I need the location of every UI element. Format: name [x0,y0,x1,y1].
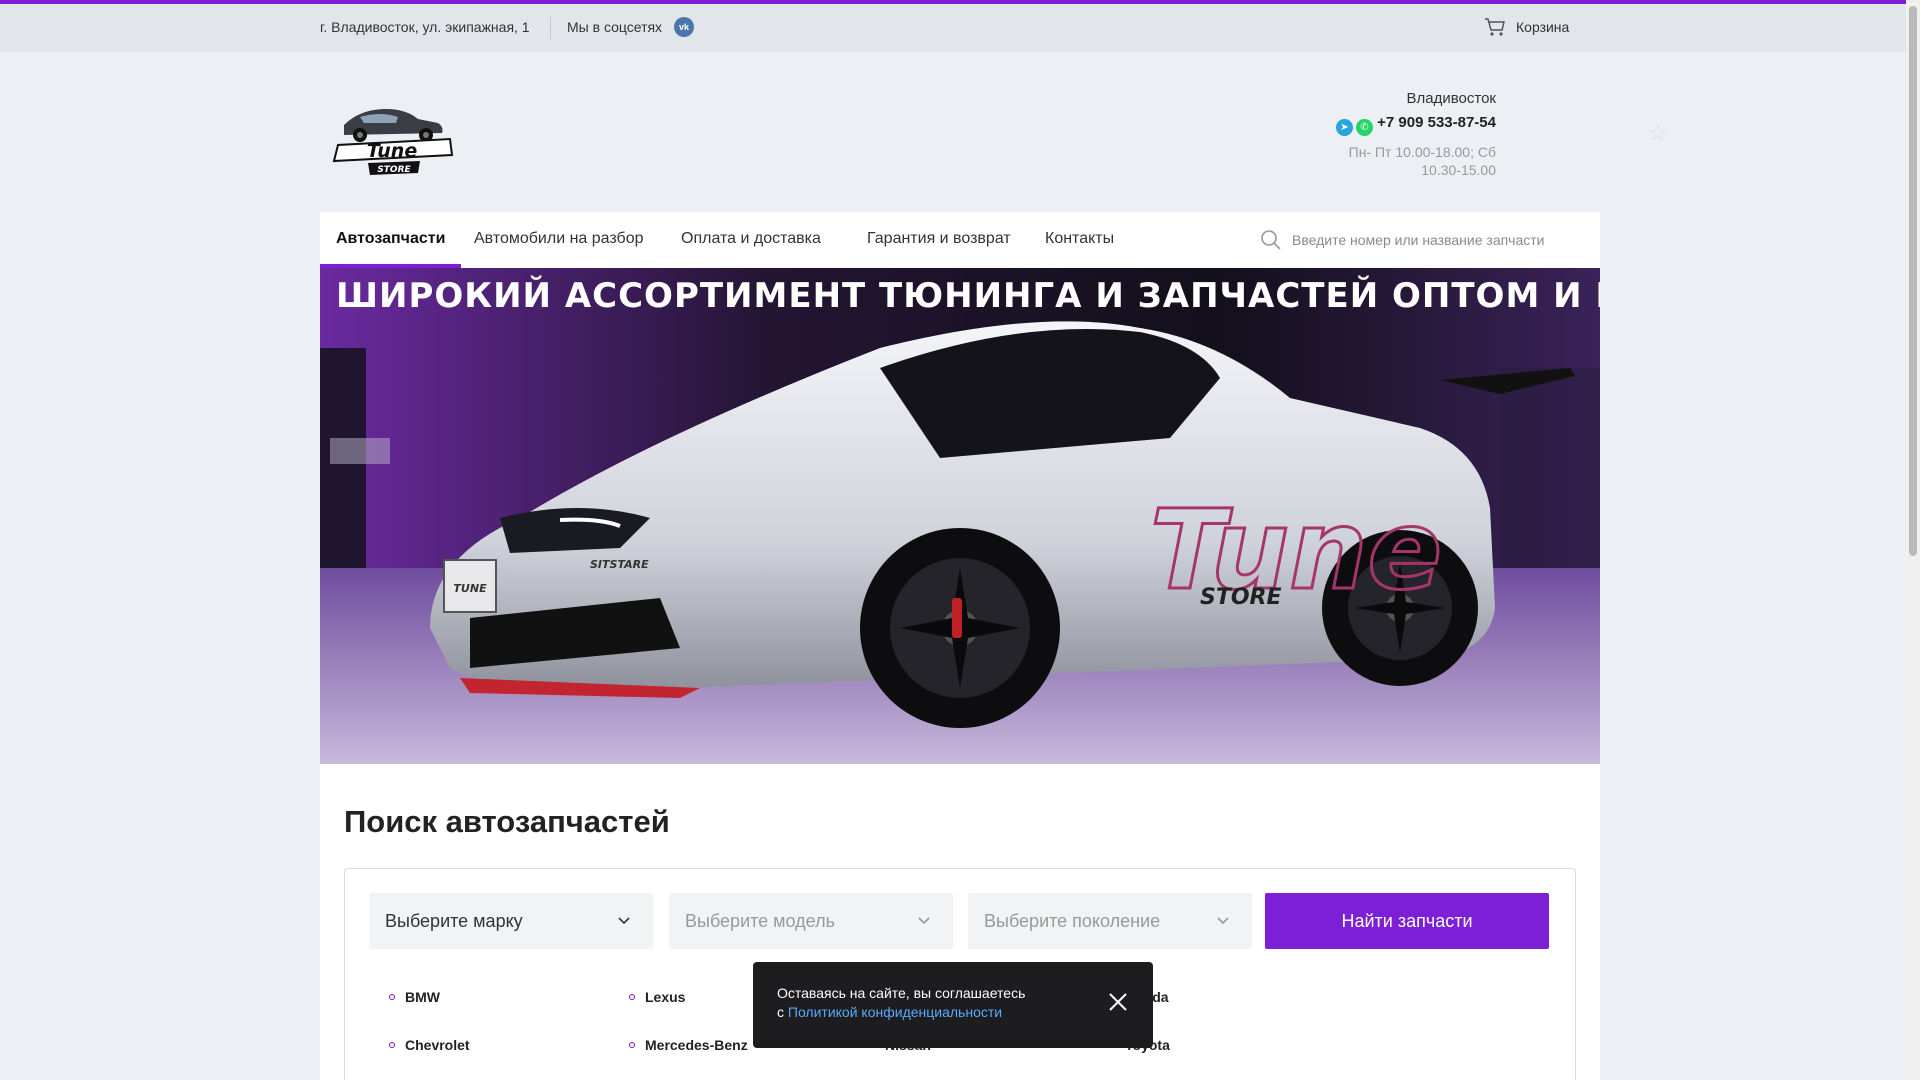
phone-row: ➤ ✆ +7 909 533-87-54 [1250,114,1496,136]
social-label: Мы в соцсетях [567,19,663,35]
plate-text: TUNE [453,582,487,595]
generation-select-label: Выберите поколение [984,911,1161,931]
phone-number[interactable]: +7 909 533-87-54 [1377,114,1496,131]
contacts-block: Владивосток ➤ ✆ +7 909 533-87-54 Пн- Пт 1… [1250,90,1496,179]
top-bar: г. Владивосток, ул. экипажная, 1 Мы в со… [0,4,1906,52]
badge-text: SITSTARE [590,558,649,571]
model-select[interactable]: Выберите модель [669,893,953,949]
brand-link-bmw[interactable]: BMW [389,989,440,1005]
main-nav: Автозапчасти Автомобили на разбор Оплата… [320,212,1600,268]
logo-text: Tune [367,140,418,162]
door-logo-subtext: STORE [1200,585,1282,610]
brand-link-chevrolet[interactable]: Chevrolet [389,1037,470,1053]
chevron-down-icon [618,917,630,925]
nav-item-contacts[interactable]: Контакты [1029,212,1130,268]
cookie-prefix: с [777,1004,784,1020]
section-title: Поиск автозапчастей [344,804,670,839]
hero-banner: TUNE SITSTARE Tune STORE ШИРОКИЙ АССОРТИ… [320,268,1600,764]
hero-car-image: TUNE SITSTARE Tune STORE [320,268,1600,764]
scrollbar[interactable] [1906,0,1920,1080]
cookie-text: Оставаясь на сайте, вы соглашаетесь [777,985,1026,1001]
find-parts-button[interactable]: Найти запчасти [1265,893,1549,949]
cart-icon[interactable] [1484,16,1506,38]
generation-select[interactable]: Выберите поколение [968,893,1252,949]
vk-icon[interactable]: vk [674,17,694,37]
privacy-policy-link[interactable]: Политикой конфиденциальности [788,1004,1002,1020]
cart-link[interactable]: Корзина [1516,19,1569,35]
chevron-down-icon [918,917,930,925]
banner-title: ШИРОКИЙ АССОРТИМЕНТ ТЮНИНГА И ЗАПЧАСТЕЙ … [336,276,1600,316]
scrollbar-thumb[interactable] [1909,6,1917,556]
city-label: Владивосток [1406,90,1496,107]
brand-select[interactable]: Выберите марку [369,893,653,949]
whatsapp-icon[interactable]: ✆ [1355,119,1373,136]
brand-link-mercedes[interactable]: Mercedes-Benz [629,1037,748,1053]
favorites-star-icon[interactable]: ☆ [1648,120,1668,146]
nav-item-payment[interactable]: Оплата и доставка [665,212,837,268]
search-icon[interactable] [1260,229,1282,251]
part-search [1260,212,1600,268]
working-hours: Пн- Пт 10.00-18.00; Сб 10.30-15.00 [1348,144,1496,178]
close-icon[interactable] [1107,991,1129,1013]
divider [550,17,551,39]
nav-item-parts[interactable]: Автозапчасти [320,212,462,268]
cookie-notice: Оставаясь на сайте, вы соглашаетесь с По… [753,962,1153,1048]
nav-item-warranty[interactable]: Гарантия и возврат [851,212,1027,268]
door-logo-text: Tune [1150,486,1442,614]
telegram-icon[interactable]: ➤ [1335,119,1353,136]
nav-item-cars[interactable]: Автомобили на разбор [458,212,660,268]
search-input[interactable] [1292,224,1592,256]
model-select-label: Выберите модель [685,911,835,931]
site-logo[interactable]: Tune STORE [330,95,458,177]
brand-link-lexus[interactable]: Lexus [629,989,685,1005]
brand-select-label: Выберите марку [385,911,523,931]
chevron-down-icon [1217,917,1229,925]
logo-subtext: STORE [377,165,411,175]
store-address: г. Владивосток, ул. экипажная, 1 [320,19,530,35]
